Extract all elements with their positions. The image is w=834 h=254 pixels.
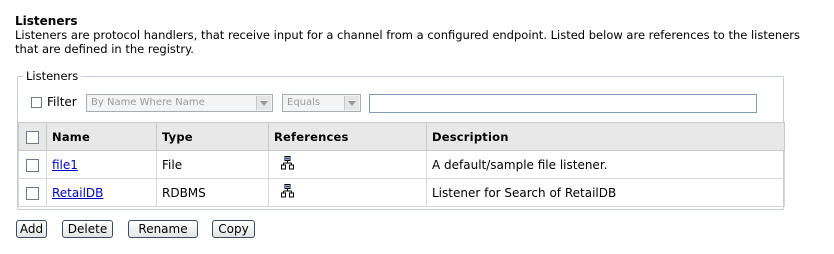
- row-checkbox[interactable]: [26, 186, 39, 200]
- add-button[interactable]: Add: [16, 220, 47, 238]
- references-cell: [268, 178, 427, 207]
- filter-field-select[interactable]: By Name Where Name: [86, 94, 273, 112]
- description-cell: Listener for Search of RetailDB: [426, 178, 785, 207]
- table-row: RetailDB RDBMS Listener for Search of Re…: [18, 178, 785, 207]
- select-all-checkbox[interactable]: [26, 130, 39, 144]
- hierarchy-icon[interactable]: [281, 184, 295, 201]
- name-cell: file1: [46, 150, 157, 179]
- copy-button[interactable]: Copy: [212, 220, 255, 238]
- chevron-down-icon: [256, 96, 271, 110]
- chevron-down-icon: [344, 96, 359, 110]
- filter-label: Filter: [47, 95, 77, 109]
- references-cell: [268, 150, 427, 179]
- hierarchy-icon[interactable]: [281, 156, 295, 173]
- table-header-row: Name Type References Description: [18, 122, 785, 151]
- type-cell: RDBMS: [156, 178, 269, 207]
- row-checkbox[interactable]: [26, 158, 39, 172]
- select-all-cell: [18, 122, 47, 151]
- type-cell: File: [156, 150, 269, 179]
- column-header-name[interactable]: Name: [46, 122, 157, 151]
- listener-name-link[interactable]: RetailDB: [52, 186, 103, 200]
- filter-operator-select[interactable]: Equals: [282, 94, 361, 112]
- filter-checkbox[interactable]: [31, 97, 42, 108]
- delete-button[interactable]: Delete: [62, 220, 113, 238]
- page-title: Listeners: [15, 14, 78, 28]
- table-row: file1 File A default/sample file listene…: [18, 150, 785, 179]
- description-cell: A default/sample file listener.: [426, 150, 785, 179]
- listener-name-link[interactable]: file1: [52, 158, 78, 172]
- panel-legend: Listeners: [26, 69, 79, 83]
- name-cell: RetailDB: [46, 178, 157, 207]
- filter-field-value: By Name Where Name: [91, 97, 205, 108]
- row-select-cell: [18, 178, 47, 207]
- listeners-table: Name Type References Description file1 F…: [18, 122, 785, 207]
- column-header-description[interactable]: Description: [426, 122, 785, 151]
- rename-button[interactable]: Rename: [128, 220, 198, 238]
- page-description: Listeners are protocol handlers, that re…: [15, 28, 801, 56]
- filter-text-input[interactable]: [369, 94, 757, 113]
- row-select-cell: [18, 150, 47, 179]
- filter-operator-value: Equals: [287, 97, 321, 108]
- column-header-references[interactable]: References: [268, 122, 427, 151]
- column-header-type[interactable]: Type: [156, 122, 269, 151]
